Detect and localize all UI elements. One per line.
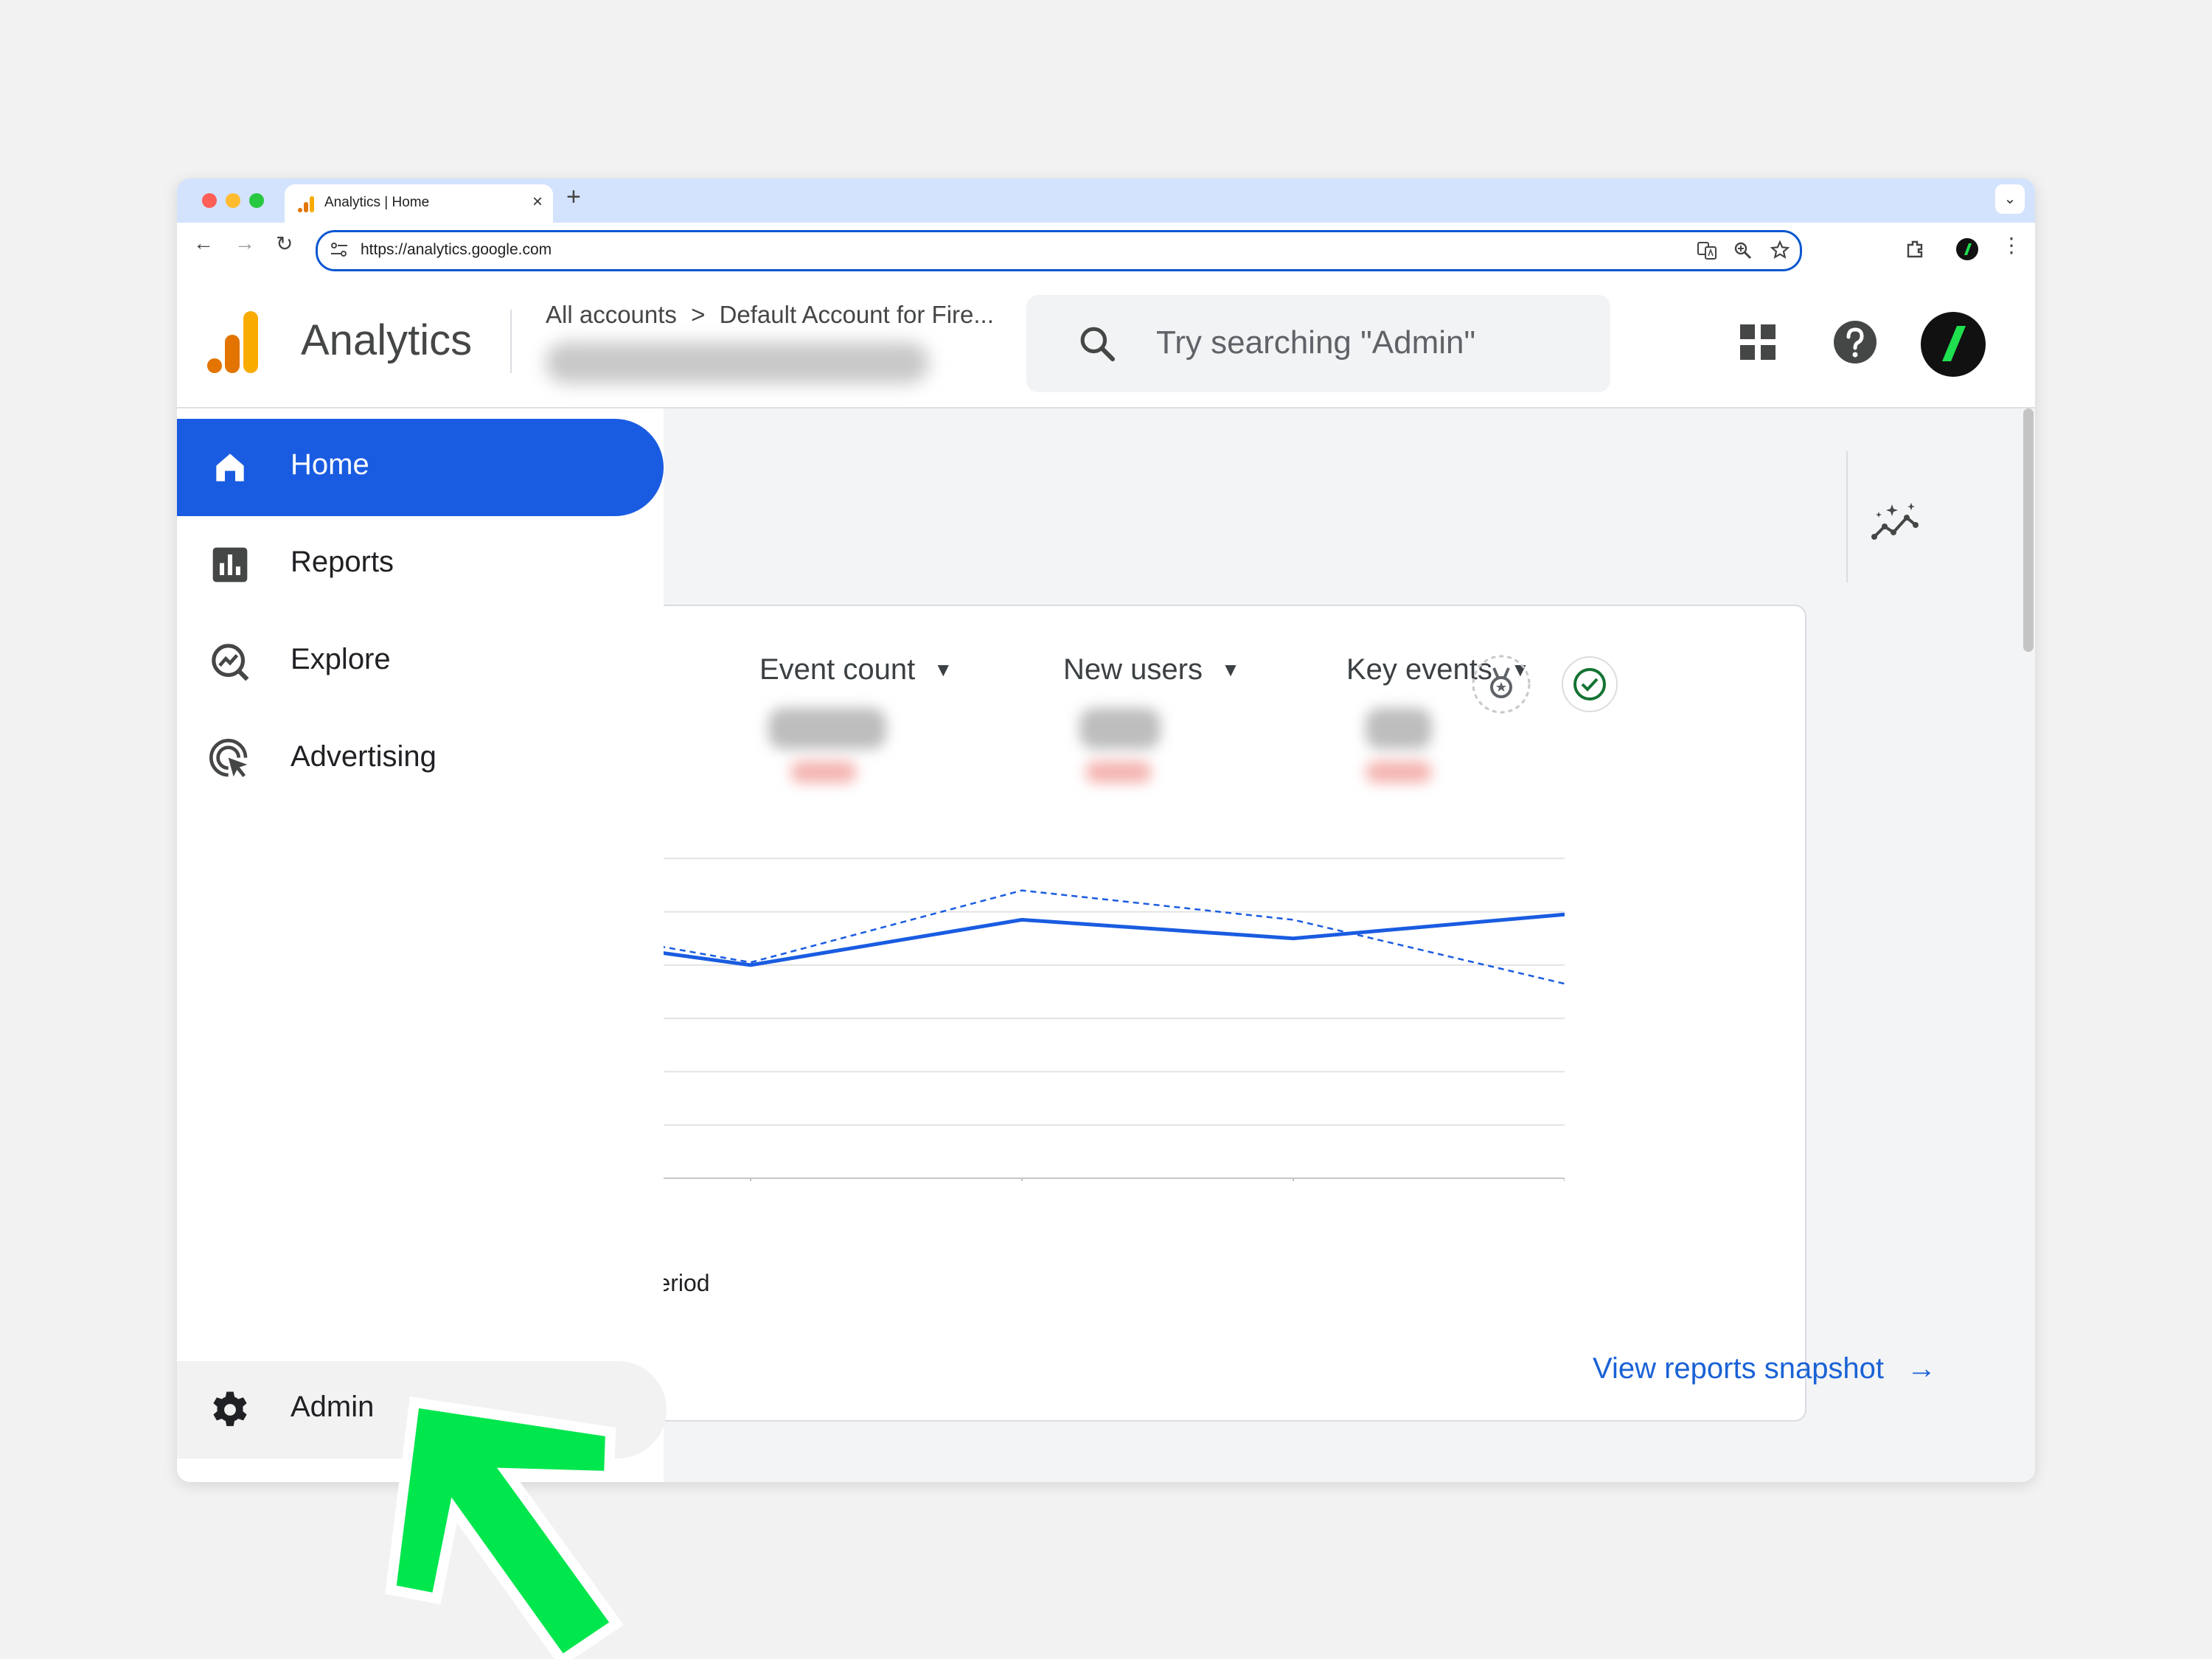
metric-value-blurred bbox=[768, 708, 886, 749]
metric-change-blurred bbox=[1366, 761, 1432, 783]
minimize-window-button[interactable] bbox=[226, 193, 240, 208]
browser-tab[interactable]: Analytics | Home × bbox=[285, 184, 553, 223]
analytics-favicon-icon bbox=[298, 196, 314, 212]
back-button[interactable]: ← bbox=[193, 232, 214, 255]
apps-grid-icon[interactable] bbox=[1739, 323, 1777, 361]
view-reports-snapshot-link[interactable]: View reports snapshot → bbox=[1593, 1352, 1936, 1385]
breadcrumb[interactable]: All accounts > Default Account for Fire.… bbox=[546, 301, 994, 329]
nav-item-label: Advertising bbox=[291, 740, 437, 773]
insights-icon[interactable] bbox=[1870, 500, 1923, 544]
metric-change-blurred bbox=[1085, 761, 1152, 783]
advertising-icon bbox=[209, 739, 248, 778]
metric-value-blurred bbox=[1366, 708, 1432, 749]
nav-item-label: Explore bbox=[291, 643, 391, 675]
metric-new-users[interactable]: New users ▼ bbox=[1063, 653, 1240, 686]
chevron-right-icon: > bbox=[691, 301, 706, 328]
nav-item-advertising[interactable]: Advertising bbox=[177, 711, 664, 808]
tab-title: Analytics | Home bbox=[324, 195, 430, 210]
property-selector[interactable] bbox=[546, 342, 929, 383]
gear-icon bbox=[213, 1391, 247, 1427]
browser-toolbar: ← → ↻ https://analytics.google.com ⋮ bbox=[177, 223, 2035, 280]
nav-item-explore[interactable]: Explore bbox=[177, 613, 664, 711]
url-text: https://analytics.google.com bbox=[361, 241, 552, 258]
reports-icon bbox=[212, 547, 248, 582]
nav-item-label: Reports bbox=[291, 546, 394, 578]
reload-button[interactable]: ↻ bbox=[276, 232, 293, 256]
new-tab-button[interactable]: + bbox=[566, 183, 581, 212]
series-line-current-period bbox=[547, 912, 1565, 967]
nav-item-label: Home bbox=[291, 448, 369, 481]
metric-change-blurred bbox=[790, 761, 857, 783]
dropdown-arrow-icon: ▼ bbox=[1221, 658, 1240, 681]
help-icon[interactable] bbox=[1833, 320, 1877, 364]
header-divider bbox=[510, 310, 512, 373]
explore-icon bbox=[212, 644, 249, 681]
app-name: Analytics bbox=[301, 316, 473, 364]
nav-item-label: Admin bbox=[291, 1391, 375, 1423]
extensions-icon[interactable] bbox=[1905, 239, 1926, 260]
metric-event-count[interactable]: Event count ▼ bbox=[759, 653, 953, 686]
status-check-icon[interactable] bbox=[1560, 655, 1619, 714]
nav-item-reports[interactable]: Reports bbox=[177, 516, 664, 613]
line-chart bbox=[547, 858, 1565, 1181]
analytics-header: Analytics All accounts > Default Account… bbox=[177, 279, 2035, 408]
analytics-logo-icon bbox=[207, 311, 258, 373]
view-reports-label: View reports snapshot bbox=[1593, 1352, 1885, 1385]
breadcrumb-account[interactable]: Default Account for Fire... bbox=[720, 301, 994, 328]
chart-series bbox=[547, 889, 1565, 985]
tab-close-icon[interactable]: × bbox=[532, 192, 543, 212]
chart-grid bbox=[547, 858, 1565, 1179]
forward-button[interactable]: → bbox=[234, 232, 255, 255]
metric-label: Event count bbox=[759, 653, 916, 686]
site-settings-icon[interactable] bbox=[330, 241, 349, 259]
account-avatar[interactable] bbox=[1920, 311, 1986, 378]
bookmark-star-icon[interactable] bbox=[1770, 240, 1790, 260]
arrow-right-icon: → bbox=[1907, 1352, 1937, 1385]
breadcrumb-all-accounts[interactable]: All accounts bbox=[546, 301, 677, 328]
dropdown-arrow-icon: ▼ bbox=[933, 658, 953, 681]
search-box[interactable]: Try searching "Admin" bbox=[1026, 295, 1610, 392]
metric-value-blurred bbox=[1079, 708, 1161, 749]
summary-card: Event count ▼ New users ▼ Key events ▼ p… bbox=[546, 605, 1936, 1422]
highlight-arrow-icon bbox=[385, 1397, 624, 1659]
nav-item-home[interactable]: Home bbox=[177, 419, 664, 516]
search-icon bbox=[1080, 327, 1116, 362]
tab-search-button[interactable]: ⌄ bbox=[1995, 184, 2025, 214]
close-window-button[interactable] bbox=[202, 193, 217, 208]
translate-icon[interactable] bbox=[1697, 241, 1717, 260]
profile-avatar-small[interactable] bbox=[1955, 237, 1979, 261]
search-placeholder: Try searching "Admin" bbox=[1156, 324, 1476, 361]
nav-drawer: Home Reports Explore Advertising Admin bbox=[177, 408, 667, 1482]
browser-window: Analytics | Home × + ⌄ ← → ↻ https://ana… bbox=[177, 178, 2035, 1482]
metric-label: New users bbox=[1063, 653, 1203, 686]
side-panel-divider bbox=[1846, 451, 1848, 582]
tab-strip: Analytics | Home × + ⌄ bbox=[177, 178, 2035, 223]
maximize-window-button[interactable] bbox=[249, 193, 264, 208]
scrollbar[interactable] bbox=[2023, 408, 2034, 652]
browser-menu-icon[interactable]: ⋮ bbox=[2001, 233, 2022, 257]
address-bar[interactable]: https://analytics.google.com bbox=[316, 230, 1802, 271]
home-icon bbox=[216, 453, 244, 481]
achievement-medal-icon[interactable] bbox=[1470, 653, 1532, 715]
series-line-previous-period bbox=[547, 889, 1565, 985]
zoom-icon[interactable] bbox=[1733, 241, 1753, 260]
